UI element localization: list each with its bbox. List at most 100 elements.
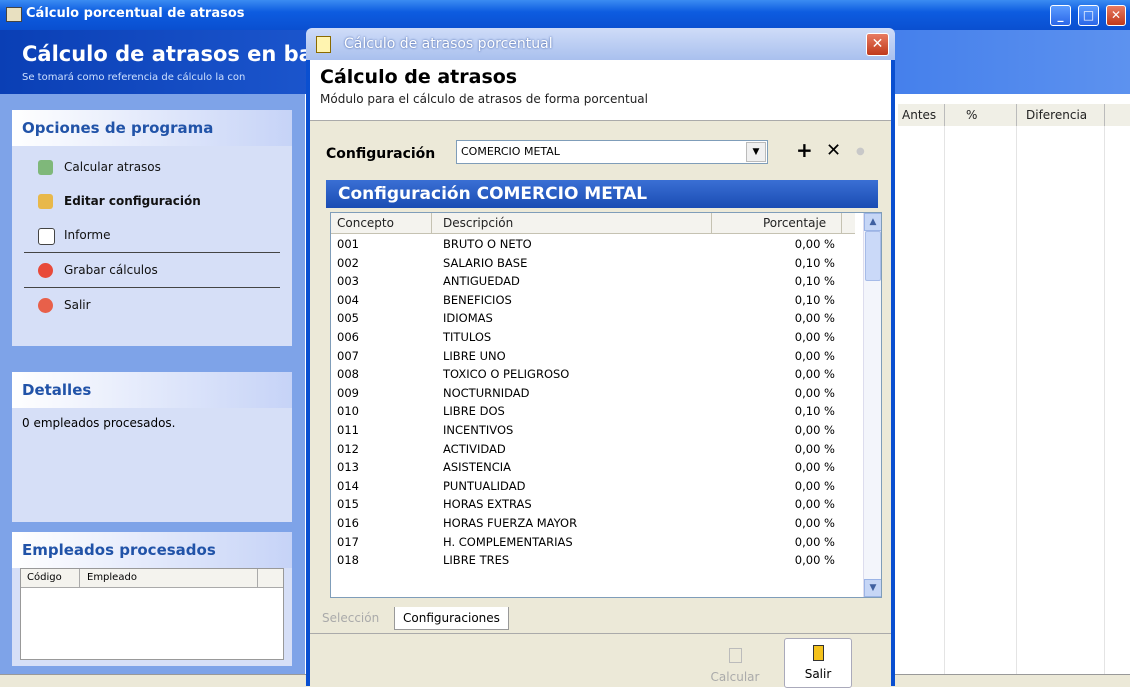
table-row[interactable]: 013 ASISTENCIA 0,00 % bbox=[331, 458, 855, 476]
table-row[interactable]: 008 TOXICO O PELIGROSO 0,00 % bbox=[331, 365, 855, 383]
results-grid-header: Antes % Diferencia bbox=[898, 104, 1130, 127]
cell-descripcion: ANTIGUEDAD bbox=[443, 274, 520, 289]
grid-line bbox=[1016, 126, 1017, 674]
calcular-label: Calcular bbox=[710, 670, 760, 684]
col-divider bbox=[841, 213, 842, 233]
col-concepto[interactable]: Concepto bbox=[337, 216, 394, 230]
table-row[interactable]: 010 LIBRE DOS 0,10 % bbox=[331, 402, 855, 420]
printer-icon bbox=[38, 228, 55, 245]
record-icon bbox=[38, 263, 53, 278]
dialog-footer: Calcular Salir bbox=[310, 633, 891, 690]
menu-calcular-atrasos[interactable]: Calcular atrasos bbox=[12, 150, 292, 184]
table-row[interactable]: 007 LIBRE UNO 0,00 % bbox=[331, 347, 855, 365]
table-row[interactable]: 002 SALARIO BASE 0,10 % bbox=[331, 254, 855, 272]
table-row[interactable]: 009 NOCTURNIDAD 0,00 % bbox=[331, 384, 855, 402]
col-codigo[interactable]: Código bbox=[27, 572, 62, 583]
menu-salir[interactable]: Salir bbox=[12, 288, 292, 322]
status-dot-icon: ● bbox=[856, 146, 865, 157]
maximize-button[interactable]: □ bbox=[1078, 5, 1099, 26]
menu-grabar-calculos[interactable]: Grabar cálculos bbox=[12, 253, 292, 287]
tab-configuraciones[interactable]: Configuraciones bbox=[394, 607, 509, 630]
dialog-title: Cálculo de atrasos porcentual bbox=[344, 36, 553, 52]
cell-descripcion: BENEFICIOS bbox=[443, 292, 512, 307]
menu-label: Editar configuración bbox=[64, 194, 201, 208]
menu-label: Calcular atrasos bbox=[64, 160, 161, 174]
calcular-button[interactable]: Calcular bbox=[702, 642, 768, 690]
add-config-button[interactable]: + bbox=[796, 138, 813, 162]
chevron-down-icon[interactable]: ▼ bbox=[746, 142, 766, 162]
calculator-icon bbox=[728, 648, 742, 663]
close-button[interactable]: ✕ bbox=[1106, 5, 1126, 26]
col-diferencia[interactable]: Diferencia bbox=[1026, 108, 1087, 122]
employees-list[interactable]: Código Empleado bbox=[20, 568, 284, 660]
salir-button[interactable]: Salir bbox=[784, 638, 852, 688]
col-porcentaje[interactable]: Porcentaje bbox=[763, 216, 826, 230]
col-descripcion[interactable]: Descripción bbox=[443, 216, 513, 230]
cell-concepto: 004 bbox=[337, 292, 359, 307]
cell-descripcion: H. COMPLEMENTARIAS bbox=[443, 534, 573, 549]
cell-descripcion: TITULOS bbox=[443, 330, 492, 344]
col-divider bbox=[944, 104, 945, 126]
scroll-up-icon[interactable]: ▲ bbox=[864, 213, 881, 231]
col-empleado[interactable]: Empleado bbox=[87, 572, 137, 583]
dialog-title-bar[interactable]: Cálculo de atrasos porcentual ✕ bbox=[306, 28, 895, 60]
scroll-down-icon[interactable]: ▼ bbox=[864, 579, 881, 597]
col-divider bbox=[431, 213, 432, 233]
cell-porcentaje: 0,00 % bbox=[794, 367, 835, 382]
cell-descripcion: BRUTO O NETO bbox=[443, 237, 532, 251]
col-antes[interactable]: Antes bbox=[902, 108, 936, 122]
menu-label: Informe bbox=[64, 228, 111, 242]
dialog-close-button[interactable]: ✕ bbox=[866, 33, 889, 56]
cell-porcentaje: 0,00 % bbox=[794, 516, 835, 530]
cell-porcentaje: 0,00 % bbox=[794, 497, 835, 512]
table-row[interactable]: 011 INCENTIVOS 0,00 % bbox=[331, 421, 855, 439]
cell-concepto: 015 bbox=[337, 497, 359, 512]
employees-panel-title: Empleados procesados bbox=[12, 532, 292, 568]
menu-informe[interactable]: Informe bbox=[12, 218, 292, 252]
cell-porcentaje: 0,10 % bbox=[794, 274, 835, 289]
cell-porcentaje: 0,00 % bbox=[794, 441, 835, 456]
table-row[interactable]: 001 BRUTO O NETO 0,00 % bbox=[331, 235, 855, 253]
cell-concepto: 008 bbox=[337, 367, 359, 382]
scroll-thumb[interactable] bbox=[865, 231, 881, 281]
left-pane: Opciones de programa Calcular atrasos Ed… bbox=[0, 94, 305, 674]
cell-descripcion: TOXICO O PELIGROSO bbox=[443, 367, 570, 382]
results-grid[interactable] bbox=[898, 126, 1130, 674]
table-row[interactable]: 006 TITULOS 0,00 % bbox=[331, 328, 855, 346]
table-row[interactable]: 018 LIBRE TRES 0,00 % bbox=[331, 551, 855, 569]
concepts-list[interactable]: Concepto Descripción Porcentaje 001 BRUTO… bbox=[330, 212, 882, 598]
scrollbar[interactable]: ▲ ▼ bbox=[863, 213, 881, 597]
minimize-button[interactable]: _ bbox=[1050, 5, 1071, 26]
employees-panel: Empleados procesados Código Empleado bbox=[12, 532, 292, 666]
table-row[interactable]: 004 BENEFICIOS 0,10 % bbox=[331, 291, 855, 309]
details-panel: Detalles 0 empleados procesados. bbox=[12, 372, 292, 522]
cell-concepto: 005 bbox=[337, 311, 359, 326]
table-row[interactable]: 003 ANTIGUEDAD 0,10 % bbox=[331, 272, 855, 290]
config-select[interactable]: COMERCIO METAL ▼ bbox=[456, 140, 768, 164]
cell-porcentaje: 0,10 % bbox=[794, 404, 835, 419]
table-row[interactable]: 014 PUNTUALIDAD 0,00 % bbox=[331, 477, 855, 495]
cell-concepto: 001 bbox=[337, 237, 359, 251]
app-header-subtitle: Se tomará como referencia de cálculo la … bbox=[22, 72, 246, 83]
cell-porcentaje: 0,00 % bbox=[794, 237, 835, 251]
table-row[interactable]: 017 H. COMPLEMENTARIAS 0,00 % bbox=[331, 533, 855, 551]
table-row[interactable]: 015 HORAS EXTRAS 0,00 % bbox=[331, 495, 855, 513]
dialog-subheading: Módulo para el cálculo de atrasos de for… bbox=[320, 92, 648, 106]
tab-seleccion[interactable]: Selección bbox=[314, 607, 390, 629]
cell-concepto: 014 bbox=[337, 478, 359, 493]
table-row[interactable]: 016 HORAS FUERZA MAYOR 0,00 % bbox=[331, 514, 855, 532]
employees-list-header: Código Empleado bbox=[21, 569, 283, 588]
menu-label: Grabar cálculos bbox=[64, 263, 158, 277]
config-select-value: COMERCIO METAL bbox=[461, 145, 560, 158]
menu-editar-configuracion[interactable]: Editar configuración bbox=[12, 184, 292, 218]
cell-porcentaje: 0,10 % bbox=[794, 292, 835, 307]
col-divider bbox=[711, 213, 712, 233]
cell-descripcion: LIBRE TRES bbox=[443, 553, 510, 568]
delete-config-button[interactable]: ✕ bbox=[826, 140, 841, 161]
details-panel-title: Detalles bbox=[12, 372, 292, 408]
table-row[interactable]: 005 IDIOMAS 0,00 % bbox=[331, 309, 855, 327]
config-dialog: Cálculo de atrasos porcentual ✕ Cálculo … bbox=[306, 28, 895, 690]
col-porcentaje[interactable]: % bbox=[966, 108, 977, 122]
cell-descripcion: ASISTENCIA bbox=[443, 460, 512, 475]
table-row[interactable]: 012 ACTIVIDAD 0,00 % bbox=[331, 440, 855, 458]
